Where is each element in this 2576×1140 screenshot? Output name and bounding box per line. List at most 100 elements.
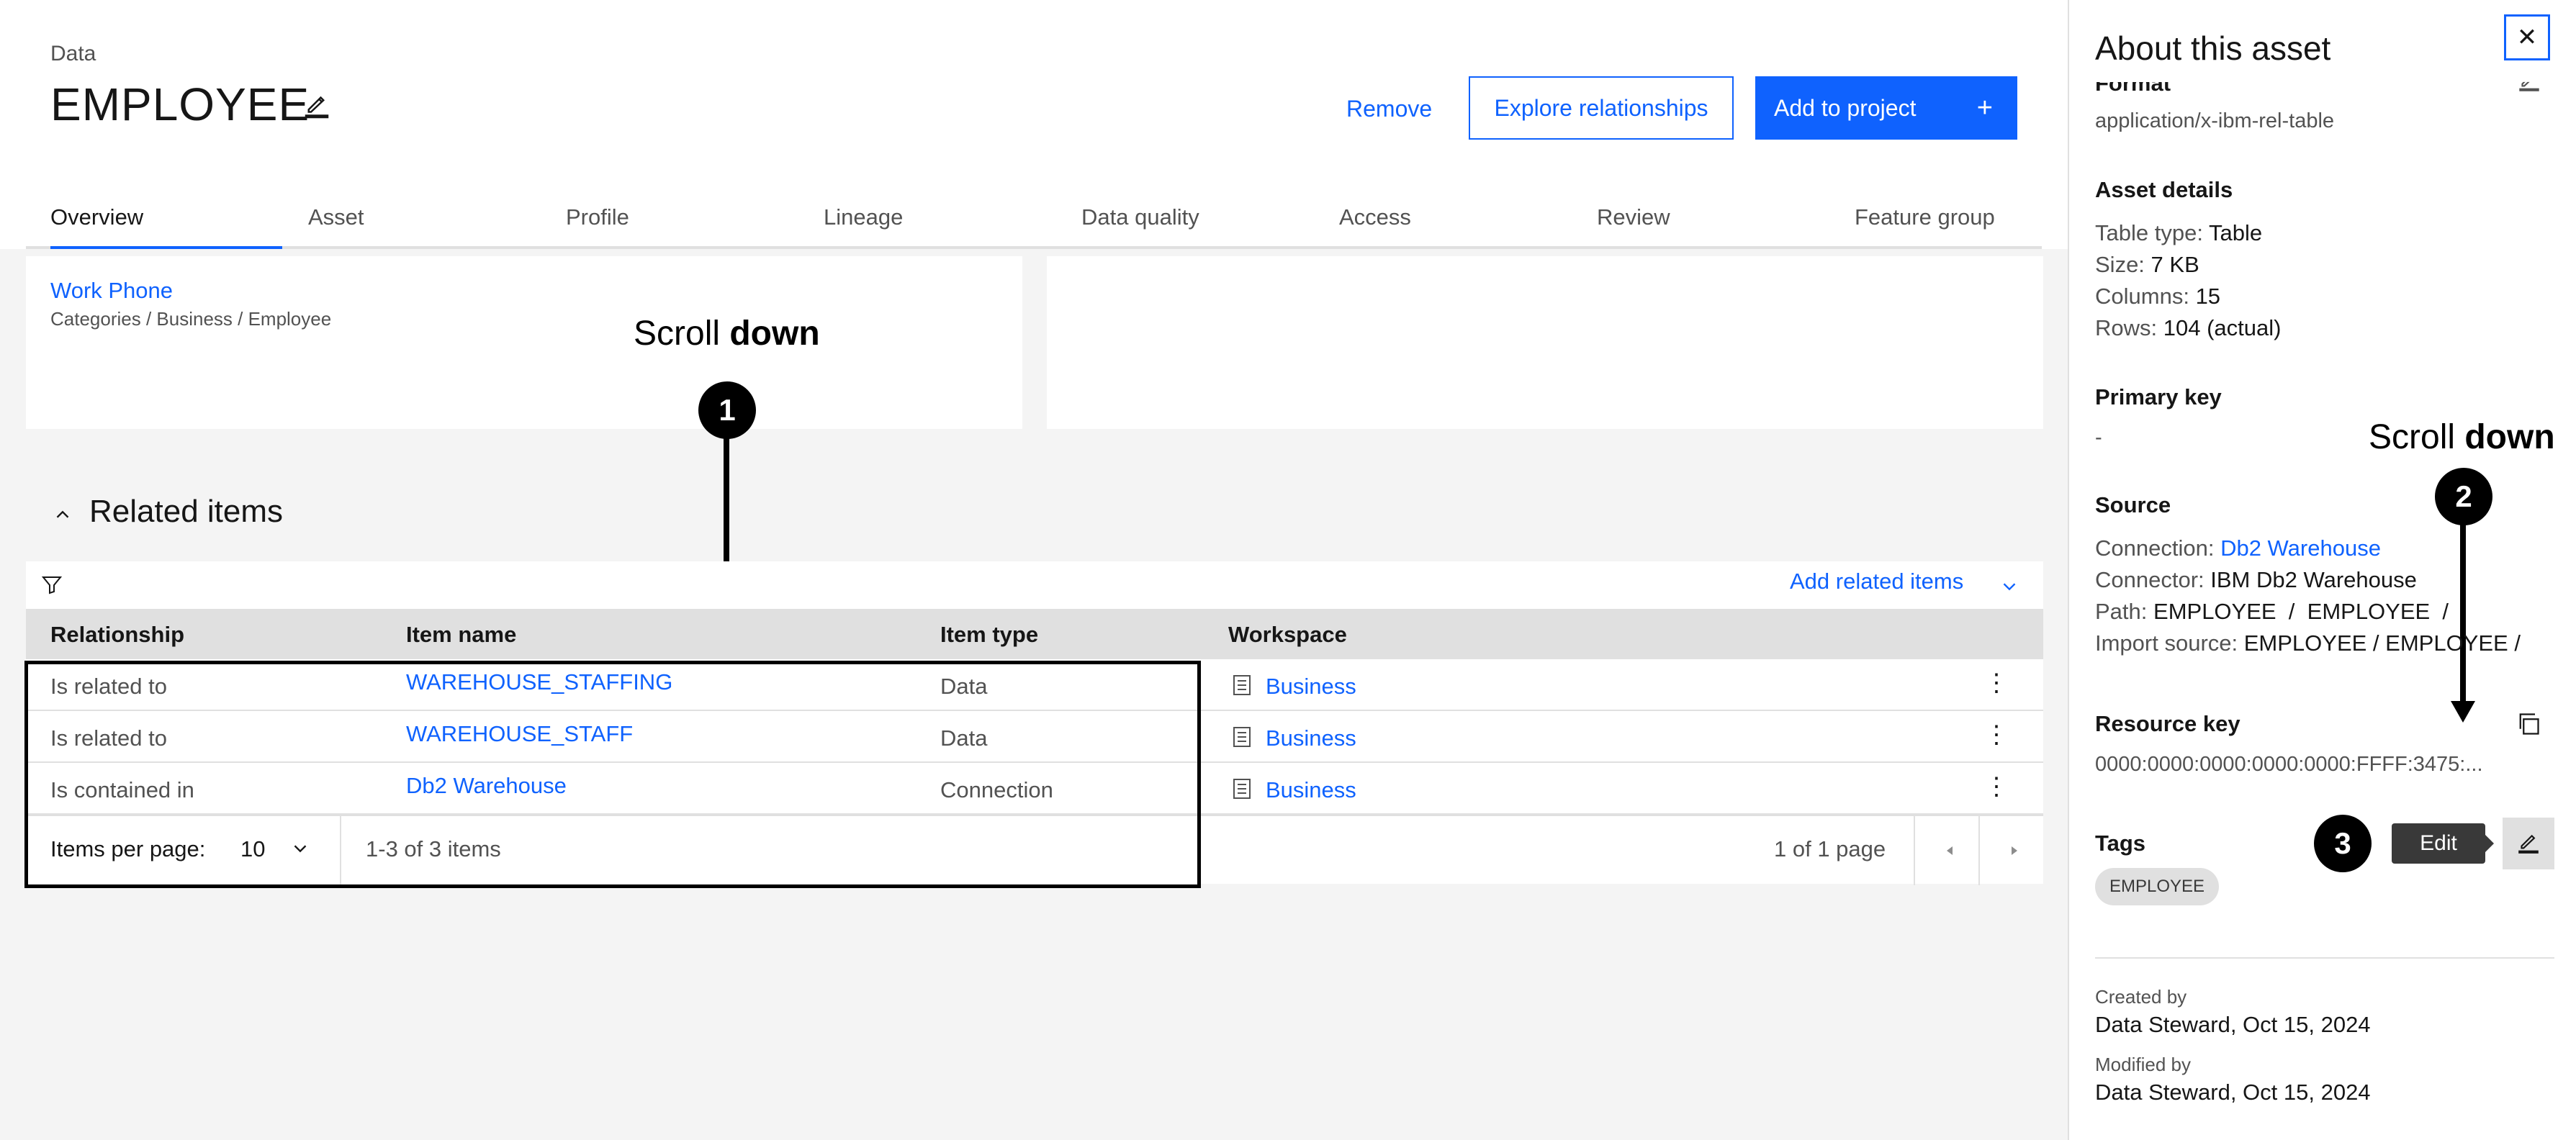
- arrow-down-2: [2451, 524, 2475, 723]
- modified-by-label: Modified by: [2095, 1054, 2191, 1075]
- divider: [1914, 816, 1915, 885]
- connection-row: Connection: Db2 Warehouse: [2095, 535, 2381, 561]
- workspace-catalog-icon: [1231, 777, 1253, 804]
- explore-relationships-button[interactable]: Explore relationships: [1469, 76, 1734, 140]
- divider: [1978, 816, 1980, 885]
- add-to-project-label: Add to project: [1774, 94, 1917, 121]
- collapse-chevron-icon[interactable]: [52, 504, 73, 529]
- previous-page-icon[interactable]: [1941, 842, 1958, 863]
- related-items-heading: Related items: [89, 494, 284, 529]
- scroll-down-annotation-2: Scroll down: [2369, 417, 2555, 457]
- panel-title: About this asset: [2095, 30, 2331, 67]
- term-categories: Categories / Business / Employee: [50, 308, 332, 330]
- column-item-type[interactable]: Item type: [940, 622, 1038, 648]
- table-type-row: Table type: Table: [2095, 220, 2262, 246]
- source-label: Source: [2095, 492, 2171, 517]
- highlight-box: [24, 661, 1201, 888]
- rows-key: Rows:: [2095, 315, 2158, 340]
- step-marker-2: 2: [2435, 468, 2492, 525]
- plus-icon: +: [1976, 92, 1993, 123]
- import-source-key: Import source:: [2095, 630, 2238, 656]
- table-header: Relationship Item name Item type Workspa…: [26, 609, 2043, 659]
- tab-access[interactable]: Access: [1339, 204, 1411, 246]
- edit-format-icon[interactable]: [2517, 69, 2541, 97]
- tab-lineage[interactable]: Lineage: [824, 204, 903, 246]
- workspace-link[interactable]: Business: [1266, 777, 1356, 803]
- table-type-key: Table type:: [2095, 220, 2203, 245]
- created-by-label: Created by: [2095, 986, 2187, 1008]
- connector-key: Connector:: [2095, 567, 2205, 592]
- columns-key: Columns:: [2095, 284, 2189, 309]
- connector-row: Connector: IBM Db2 Warehouse: [2095, 567, 2417, 593]
- table-type-value: Table: [2209, 220, 2263, 245]
- primary-key-value: -: [2095, 426, 2102, 449]
- chevron-down-icon[interactable]: [1999, 576, 2020, 601]
- overflow-menu-icon[interactable]: ⋮: [1984, 723, 2009, 747]
- remove-button[interactable]: Remove: [1325, 76, 1454, 141]
- tab-feature-group[interactable]: Feature group: [1855, 204, 1995, 246]
- import-source-value: EMPLOYEE / EMPLOYEE /: [2243, 630, 2521, 656]
- tags-label: Tags: [2095, 831, 2146, 856]
- tag-employee[interactable]: EMPLOYEE: [2095, 868, 2220, 905]
- import-source-row: Import source: EMPLOYEE / EMPLOYEE /: [2095, 630, 2521, 656]
- close-icon[interactable]: ✕: [2504, 14, 2550, 60]
- primary-key-label: Primary key: [2095, 384, 2222, 410]
- copy-icon[interactable]: [2516, 711, 2541, 741]
- tab-asset[interactable]: Asset: [308, 204, 364, 246]
- asset-details-label: Asset details: [2095, 177, 2233, 202]
- add-related-items-button[interactable]: Add related items: [1790, 569, 1963, 594]
- tab-profile[interactable]: Profile: [566, 204, 629, 246]
- connector-value: IBM Db2 Warehouse: [2210, 567, 2417, 592]
- rows-row: Rows: 104 (actual): [2095, 315, 2281, 341]
- overflow-menu-icon[interactable]: ⋮: [1984, 774, 2009, 799]
- step-marker-1: 1: [698, 381, 756, 439]
- connection-key: Connection:: [2095, 535, 2215, 561]
- columns-value: 15: [2195, 284, 2221, 309]
- edit-tags-button[interactable]: [2503, 818, 2554, 869]
- edit-tooltip: Edit: [2392, 823, 2494, 864]
- add-to-project-button[interactable]: Add to project +: [1755, 76, 2017, 140]
- business-term-card: [26, 256, 1022, 429]
- rows-value: 104 (actual): [2163, 315, 2282, 340]
- workspace-catalog-icon: [1231, 674, 1253, 700]
- term-link[interactable]: Work Phone: [50, 278, 173, 304]
- tab-data-quality[interactable]: Data quality: [1081, 204, 1199, 246]
- tab-bar: Overview Asset Profile Lineage Data qual…: [26, 194, 2042, 249]
- column-relationship[interactable]: Relationship: [50, 622, 184, 648]
- connection-link[interactable]: Db2 Warehouse: [2220, 535, 2381, 561]
- column-workspace[interactable]: Workspace: [1228, 622, 1347, 648]
- resource-key-label: Resource key: [2095, 711, 2241, 736]
- columns-row: Columns: 15: [2095, 284, 2220, 309]
- modified-by-value: Data Steward, Oct 15, 2024: [2095, 1080, 2371, 1105]
- created-by-value: Data Steward, Oct 15, 2024: [2095, 1012, 2371, 1037]
- edit-title-icon[interactable]: [302, 92, 331, 121]
- scroll-prefix: Scroll: [2369, 418, 2465, 456]
- size-value: 7 KB: [2151, 252, 2199, 277]
- tab-overview[interactable]: Overview: [50, 204, 282, 249]
- breadcrumb[interactable]: Data: [50, 42, 96, 66]
- workspace-link[interactable]: Business: [1266, 725, 1356, 751]
- divider: [2095, 957, 2554, 959]
- size-key: Size:: [2095, 252, 2145, 277]
- workspace-link[interactable]: Business: [1266, 674, 1356, 700]
- table-toolbar: [26, 561, 2043, 609]
- pencil-icon: [2518, 834, 2539, 854]
- page-range: 1 of 1 page: [1774, 836, 1886, 861]
- size-row: Size: 7 KB: [2095, 252, 2199, 278]
- format-value: application/x-ibm-rel-table: [2095, 109, 2335, 132]
- step-marker-3: 3: [2314, 815, 2372, 872]
- scroll-bold: down: [729, 315, 820, 353]
- filter-icon[interactable]: [40, 573, 63, 600]
- workspace-catalog-icon: [1231, 725, 1253, 752]
- scroll-prefix: Scroll: [634, 315, 730, 353]
- page-title: EMPLOYEE: [50, 78, 310, 130]
- next-page-icon[interactable]: [2006, 842, 2023, 863]
- tab-review[interactable]: Review: [1597, 204, 1670, 246]
- column-item-name[interactable]: Item name: [406, 622, 516, 648]
- scroll-bold: down: [2464, 418, 2555, 456]
- resource-key-value: 0000:0000:0000:0000:0000:FFFF:3475:...: [2095, 753, 2483, 776]
- overflow-menu-icon[interactable]: ⋮: [1984, 671, 2009, 695]
- scroll-down-annotation-1: Scroll down: [634, 314, 820, 353]
- path-key: Path:: [2095, 599, 2148, 624]
- path-row: Path: EMPLOYEE / EMPLOYEE /: [2095, 599, 2449, 625]
